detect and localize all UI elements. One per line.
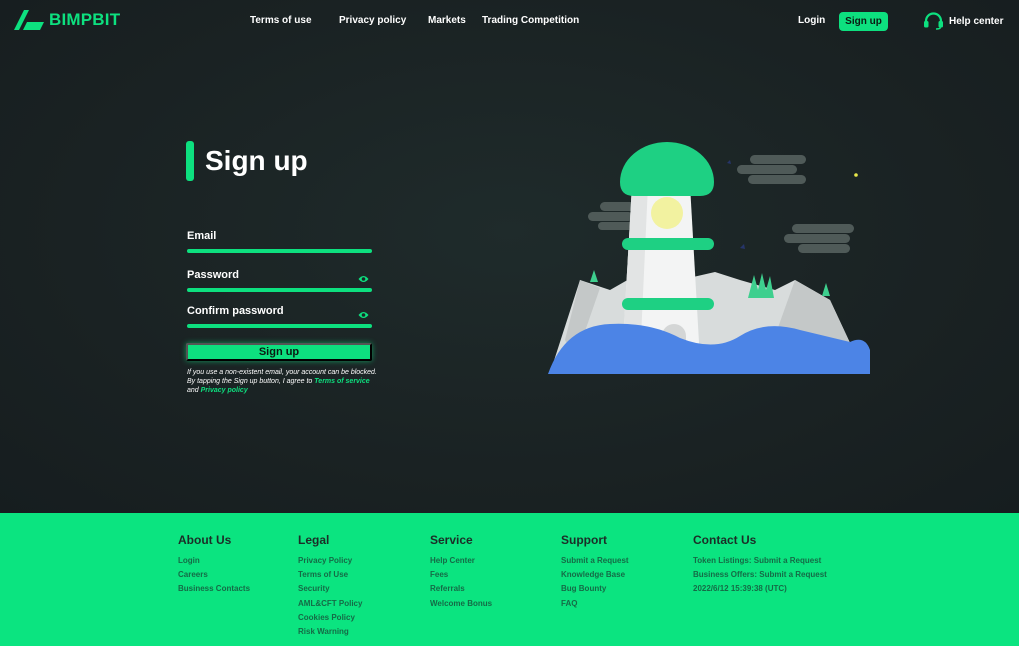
signup-submit-button[interactable]: Sign up (186, 343, 372, 361)
footer-link[interactable]: Help Center (430, 554, 492, 568)
nav-trading-competition[interactable]: Trading Competition (482, 15, 579, 26)
server-time: 2022/6/12 15:39:38 (UTC) (693, 584, 787, 594)
privacy-policy-link[interactable]: Privacy policy (201, 387, 248, 394)
footer-link[interactable]: Business Offers: Submit a Request (693, 568, 827, 582)
password-underline (187, 288, 372, 292)
footer-link[interactable]: Careers (178, 568, 250, 582)
footer-link[interactable]: Login (178, 554, 250, 568)
footer-column-contact: Contact Us Token Listings: Submit a Requ… (693, 533, 827, 597)
footer-column-support: Support Submit a Request Knowledge Base … (561, 533, 629, 611)
email-field[interactable] (187, 235, 357, 249)
footer-heading: Contact Us (693, 533, 757, 547)
footer-link[interactable]: Privacy Policy (298, 554, 362, 568)
notice-and: and (187, 387, 199, 394)
footer-link[interactable]: Cookies Policy (298, 611, 362, 625)
footer-heading: Legal (298, 533, 330, 547)
footer-column-service: Service Help Center Fees Referrals Welco… (430, 533, 492, 611)
page-title: Sign up (205, 145, 308, 176)
brand-name: BIMPBIT (49, 10, 121, 29)
nav-markets[interactable]: Markets (428, 15, 466, 26)
title-accent-bar (186, 141, 194, 181)
login-link[interactable]: Login (798, 15, 825, 26)
footer-link[interactable]: Fees (430, 568, 492, 582)
footer-link[interactable]: Bug Bounty (561, 582, 629, 596)
headset-icon (924, 12, 943, 30)
signup-header-button[interactable]: Sign up (839, 12, 888, 31)
footer-link[interactable]: AML&CFT Policy (298, 597, 362, 611)
lighthouse-illustration (548, 142, 870, 374)
footer-link[interactable]: Submit a Request (561, 554, 629, 568)
footer-link[interactable]: Referrals (430, 582, 492, 596)
help-center-label: Help center (949, 15, 1004, 27)
footer-heading: About Us (178, 533, 232, 547)
footer: About Us Login Careers Business Contacts… (0, 513, 1019, 646)
confirm-password-field[interactable] (187, 309, 357, 323)
footer-link[interactable]: FAQ (561, 597, 629, 611)
confirm-password-underline (187, 324, 372, 328)
password-field[interactable] (187, 273, 357, 287)
logo-mark-icon (14, 10, 44, 30)
footer-heading: Support (561, 533, 607, 547)
footer-link[interactable]: Welcome Bonus (430, 597, 492, 611)
footer-link[interactable]: Security (298, 582, 362, 596)
footer-link[interactable]: Knowledge Base (561, 568, 629, 582)
footer-link[interactable]: Token Listings: Submit a Request (693, 554, 827, 568)
eye-icon[interactable] (358, 275, 369, 283)
footer-column-legal: Legal Privacy Policy Terms of Use Securi… (298, 533, 362, 639)
footer-heading: Service (430, 533, 473, 547)
footer-link[interactable]: Risk Warning (298, 625, 362, 639)
eye-icon[interactable] (358, 311, 369, 319)
terms-of-service-link[interactable]: Terms of service (314, 378, 369, 385)
footer-column-about: About Us Login Careers Business Contacts (178, 533, 250, 597)
nav-terms-of-use[interactable]: Terms of use (250, 15, 312, 26)
email-underline (187, 249, 372, 253)
logo[interactable]: BIMPBIT (14, 10, 120, 30)
footer-link[interactable]: Business Contacts (178, 582, 250, 596)
nav-privacy-policy[interactable]: Privacy policy (339, 15, 406, 26)
signup-notice: If you use a non-existent email, your ac… (187, 368, 377, 395)
help-center-link[interactable]: Help center (923, 12, 1003, 30)
footer-link[interactable]: Terms of Use (298, 568, 362, 582)
